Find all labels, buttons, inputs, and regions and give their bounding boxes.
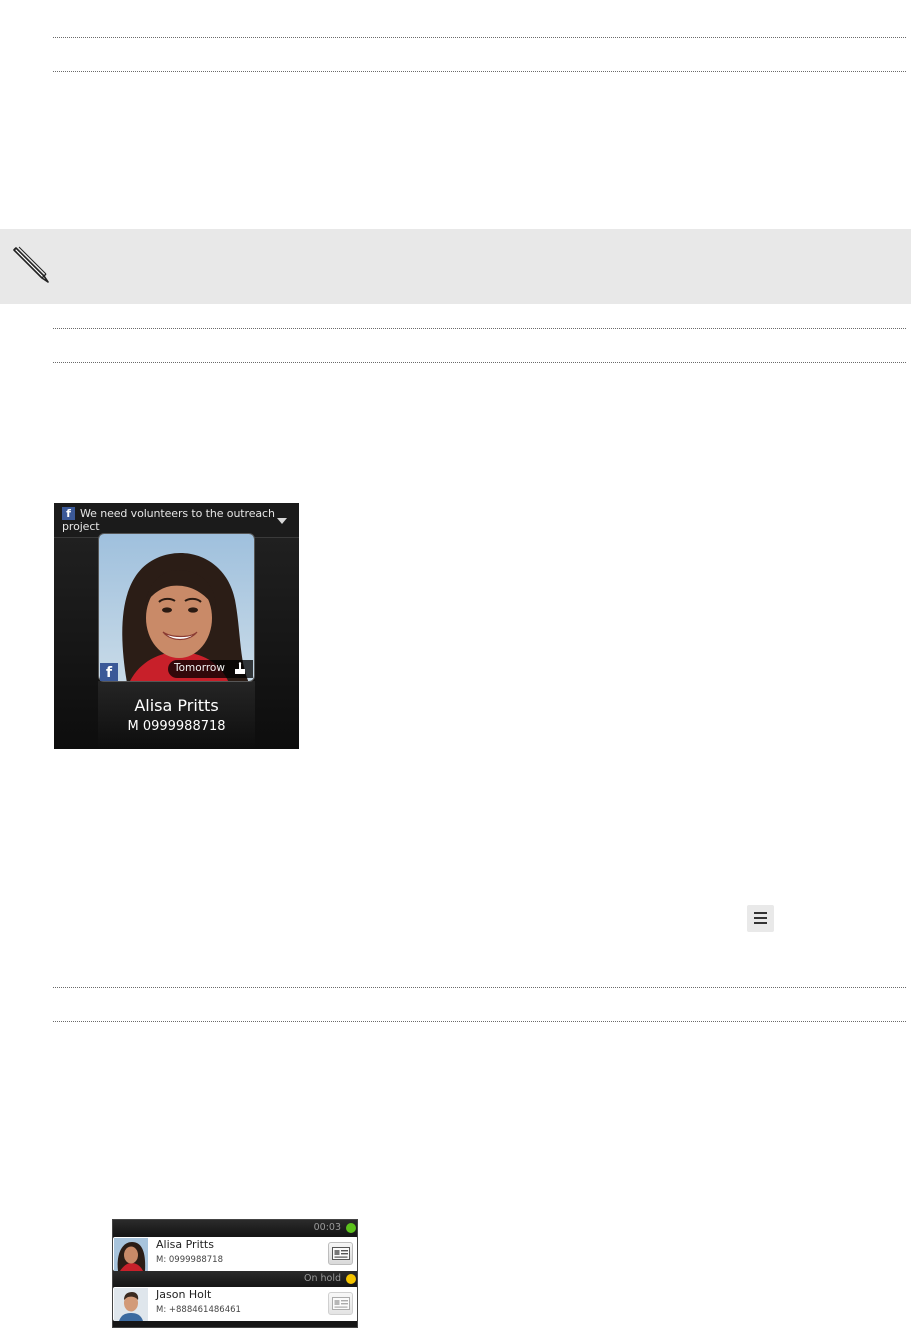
contact-card-icon: [332, 1297, 350, 1310]
section-rule: [53, 37, 906, 38]
section-rule: [53, 987, 906, 988]
contact-card-button[interactable]: [328, 1242, 353, 1265]
call-name: Alisa Pritts: [156, 1238, 214, 1251]
caller-number: M 0999988718: [127, 719, 226, 734]
event-label: Tomorrow: [174, 662, 225, 674]
active-call-bar: 00:03: [113, 1220, 357, 1236]
caller-name: Alisa Pritts: [134, 696, 219, 715]
call-row[interactable]: Alisa Pritts M: 0999988718: [113, 1237, 357, 1271]
call-row[interactable]: Jason Holt M: +888461486461: [113, 1287, 357, 1321]
event-tag: Tomorrow: [168, 660, 253, 678]
call-name: Jason Holt: [156, 1288, 212, 1301]
incoming-call-screenshot: f We need volunteers to the outreach pro…: [54, 503, 299, 749]
active-status-dot: [346, 1223, 356, 1233]
section-rule: [53, 1021, 906, 1022]
section-rule: [53, 71, 906, 72]
call-timer: 00:03: [313, 1222, 341, 1233]
menu-icon: [747, 905, 774, 932]
hold-status-dot: [346, 1274, 356, 1284]
call-number: M: 0999988718: [156, 1255, 223, 1265]
facebook-badge-icon: f: [100, 663, 118, 681]
photo-reflection: [98, 681, 255, 749]
birthday-cake-icon: [235, 662, 245, 674]
note-box: [0, 229, 911, 304]
facebook-status-text: We need volunteers to the outreach proje…: [62, 507, 275, 533]
hold-call-bar: On hold: [113, 1271, 357, 1287]
section-rule: [53, 328, 906, 329]
contact-card-button[interactable]: [328, 1292, 353, 1315]
calls-list-screenshot: 00:03 Alisa Pritts M: 0999988718 On hold: [112, 1219, 358, 1328]
contact-card-icon: [332, 1247, 350, 1260]
hold-label: On hold: [303, 1273, 341, 1284]
section-rule: [53, 362, 906, 363]
avatar: [114, 1238, 148, 1271]
pencil-note-icon: [13, 246, 49, 283]
dropdown-arrow-icon[interactable]: [277, 518, 287, 524]
avatar: [114, 1288, 148, 1321]
call-number: M: +888461486461: [156, 1305, 241, 1315]
